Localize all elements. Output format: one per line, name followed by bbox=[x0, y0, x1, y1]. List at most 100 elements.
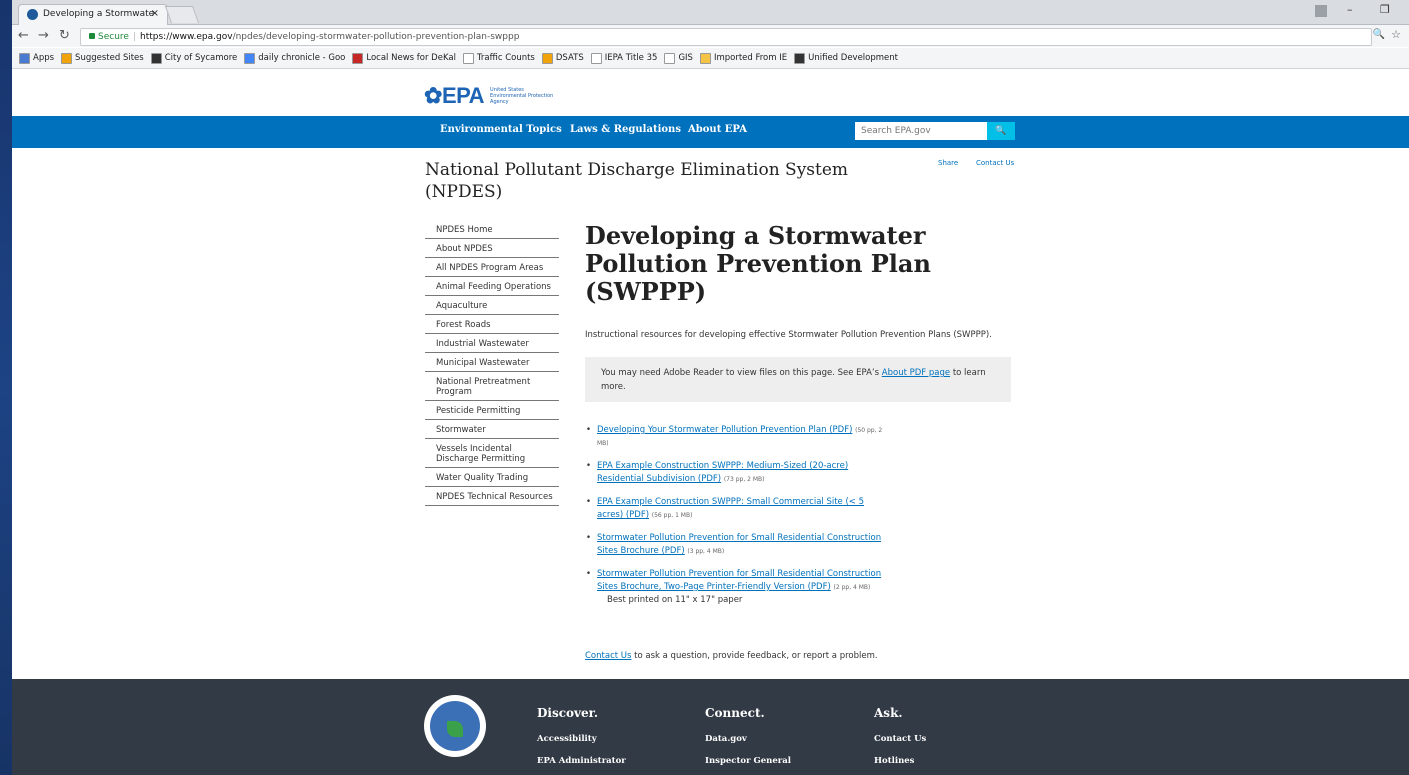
footer-link[interactable]: Inspector General bbox=[705, 756, 791, 766]
intro-text: Instructional resources for developing e… bbox=[585, 330, 992, 340]
bookmark-item[interactable]: Suggested Sites bbox=[61, 48, 144, 68]
footer-link[interactable]: Data.gov bbox=[705, 734, 791, 744]
contact-us-link[interactable]: Contact Us bbox=[976, 159, 1014, 167]
bookmark-label: daily chronicle - Goo bbox=[258, 53, 346, 63]
new-tab-button[interactable] bbox=[164, 6, 200, 23]
footer-column-discover: Discover. Accessibility EPA Administrato… bbox=[537, 706, 626, 775]
list-item: Stormwater Pollution Prevention for Smal… bbox=[585, 532, 885, 558]
nav-environmental-topics[interactable]: Environmental Topics bbox=[440, 124, 562, 135]
bookmark-favicon-icon bbox=[19, 52, 30, 64]
file-meta: (3 pp, 4 MB) bbox=[687, 548, 725, 555]
bookmark-label: Suggested Sites bbox=[75, 53, 144, 63]
logo-subtitle: United States Environmental Protection A… bbox=[490, 87, 553, 105]
pdf-notice: You may need Adobe Reader to view files … bbox=[585, 357, 1011, 402]
search-input[interactable]: Search EPA.gov bbox=[855, 122, 987, 140]
search-button[interactable]: 🔍 bbox=[987, 122, 1015, 140]
footer-column-connect: Connect. Data.gov Inspector General bbox=[705, 706, 791, 775]
bookmark-favicon-icon bbox=[150, 52, 162, 64]
list-item: EPA Example Construction SWPPP: Small Co… bbox=[585, 496, 885, 522]
sidebar-item[interactable]: Industrial Wastewater bbox=[425, 334, 559, 353]
nav-about-epa[interactable]: About EPA bbox=[688, 124, 747, 135]
sidebar-item[interactable]: Forest Roads bbox=[425, 315, 559, 334]
bookmark-favicon-icon bbox=[352, 52, 364, 64]
list-item: EPA Example Construction SWPPP: Medium-S… bbox=[585, 460, 885, 486]
zoom-icon[interactable]: 🔍 bbox=[1373, 29, 1385, 40]
footer-link[interactable]: Contact Us bbox=[874, 734, 926, 744]
share-link[interactable]: Share bbox=[938, 159, 958, 167]
contact-us-footer-link[interactable]: Contact Us bbox=[585, 651, 631, 661]
bookmark-item[interactable]: Traffic Counts bbox=[462, 48, 535, 68]
secure-label: Secure bbox=[98, 32, 129, 42]
epa-logo[interactable]: ✿EPA United States Environmental Protect… bbox=[424, 83, 553, 109]
contact-line: Contact Us to ask a question, provide fe… bbox=[585, 651, 878, 661]
profile-icon[interactable] bbox=[1315, 5, 1327, 17]
bookmark-item[interactable]: Imported From IE bbox=[699, 48, 788, 68]
file-meta: (2 pp, 4 MB) bbox=[833, 584, 871, 591]
file-meta: (56 pp, 1 MB) bbox=[651, 512, 693, 519]
bookmark-item[interactable]: daily chronicle - Goo bbox=[244, 48, 345, 68]
bookmark-star-icon[interactable]: ☆ bbox=[1391, 28, 1401, 41]
bookmark-item[interactable]: Local News for DeKal bbox=[352, 48, 456, 68]
main-nav: Environmental Topics Laws & Regulations … bbox=[12, 116, 1409, 148]
bookmark-label: Imported From IE bbox=[713, 53, 788, 63]
sidebar-item[interactable]: Municipal Wastewater bbox=[425, 353, 559, 372]
minimize-icon[interactable]: – bbox=[1347, 3, 1353, 16]
print-note: Best printed on 11" x 17" paper bbox=[607, 595, 743, 605]
sidebar-item[interactable]: All NPDES Program Areas bbox=[425, 258, 559, 277]
bookmark-item[interactable]: GIS bbox=[664, 48, 693, 68]
sidebar-item[interactable]: Aquaculture bbox=[425, 296, 559, 315]
back-arrow-icon[interactable]: ← bbox=[18, 28, 29, 43]
about-pdf-link[interactable]: About PDF page bbox=[882, 368, 950, 378]
close-tab-icon[interactable]: × bbox=[151, 8, 159, 19]
tab-strip: Developing a Stormwate × – ❐ bbox=[12, 0, 1409, 25]
bookmark-label: DSATS bbox=[555, 53, 584, 63]
resource-pdf-link[interactable]: Developing Your Stormwater Pollution Pre… bbox=[597, 425, 852, 435]
browser-tab[interactable]: Developing a Stormwate × bbox=[18, 4, 168, 25]
resource-pdf-link[interactable]: EPA Example Construction SWPPP: Small Co… bbox=[597, 497, 864, 520]
bookmark-item[interactable]: IEPA Title 35 bbox=[590, 48, 657, 68]
sidebar-nav: NPDES Home About NPDES All NPDES Program A… bbox=[425, 220, 559, 506]
sidebar-item[interactable]: Water Quality Trading bbox=[425, 468, 559, 487]
sidebar-item[interactable]: NPDES Technical Resources bbox=[425, 487, 559, 506]
bookmark-favicon-icon bbox=[244, 52, 256, 64]
lock-icon bbox=[89, 33, 95, 39]
resource-list: Developing Your Stormwater Pollution Pre… bbox=[585, 424, 885, 617]
sidebar-item[interactable]: NPDES Home bbox=[425, 220, 559, 239]
logo-text: EPA bbox=[441, 83, 485, 108]
forward-arrow-icon[interactable]: → bbox=[38, 28, 49, 43]
bookmark-favicon-icon bbox=[699, 52, 711, 64]
epa-favicon-icon bbox=[27, 9, 38, 20]
bookmark-item[interactable]: City of Sycamore bbox=[150, 48, 237, 68]
bookmark-favicon-icon bbox=[61, 52, 73, 64]
bookmark-item[interactable]: Apps bbox=[19, 48, 54, 68]
sidebar-item[interactable]: Pesticide Permitting bbox=[425, 401, 559, 420]
nav-laws-regulations[interactable]: Laws & Regulations bbox=[570, 124, 681, 135]
resource-pdf-link[interactable]: Stormwater Pollution Prevention for Smal… bbox=[597, 533, 881, 556]
bookmark-item[interactable]: DSATS bbox=[541, 48, 584, 68]
bookmark-label: Apps bbox=[33, 53, 55, 63]
site-footer: Discover. Accessibility EPA Administrato… bbox=[12, 679, 1409, 775]
sidebar-item[interactable]: Vessels Incidental Discharge Permitting bbox=[425, 439, 559, 468]
page-title: Developing a Stormwater Pollution Preven… bbox=[585, 221, 931, 306]
bookmark-favicon-icon bbox=[590, 52, 602, 64]
logo-sub-line: Agency bbox=[490, 99, 509, 105]
sidebar-item[interactable]: National Pretreatment Program bbox=[425, 372, 559, 401]
bookmark-label: Traffic Counts bbox=[476, 53, 535, 63]
bookmark-item[interactable]: Unified Development bbox=[794, 48, 898, 68]
reload-icon[interactable]: ↻ bbox=[59, 28, 70, 43]
epa-seal-icon bbox=[424, 695, 486, 757]
sidebar-item[interactable]: Animal Feeding Operations bbox=[425, 277, 559, 296]
address-bar[interactable]: Secure | https://www.epa.gov/npdes/develop… bbox=[80, 28, 1372, 46]
footer-column-ask: Ask. Contact Us Hotlines bbox=[874, 706, 926, 775]
footer-link[interactable]: EPA Administrator bbox=[537, 756, 626, 766]
sidebar-item[interactable]: About NPDES bbox=[425, 239, 559, 258]
resource-pdf-link[interactable]: EPA Example Construction SWPPP: Medium-S… bbox=[597, 461, 848, 484]
browser-window: Developing a Stormwate × – ❐ ← → ↻ Secur… bbox=[12, 0, 1409, 775]
footer-heading: Connect. bbox=[705, 706, 765, 720]
contact-line-text: to ask a question, provide feedback, or … bbox=[634, 651, 878, 661]
footer-link[interactable]: Hotlines bbox=[874, 756, 926, 766]
footer-link[interactable]: Accessibility bbox=[537, 734, 626, 744]
sidebar-item[interactable]: Stormwater bbox=[425, 420, 559, 439]
restore-icon[interactable]: ❐ bbox=[1380, 3, 1390, 16]
bookmarks-bar: Apps Suggested Sites City of Sycamore daily… bbox=[12, 48, 1409, 69]
